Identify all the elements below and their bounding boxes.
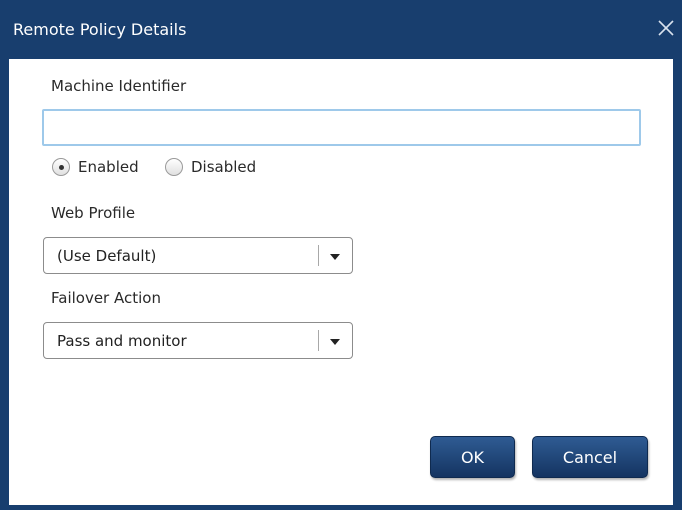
web-profile-select[interactable]: (Use Default) xyxy=(43,237,353,274)
enabled-radio-circle[interactable] xyxy=(52,158,70,176)
web-profile-selected-value: (Use Default) xyxy=(57,247,157,265)
failover-action-selected-value: Pass and monitor xyxy=(57,332,187,350)
close-icon[interactable] xyxy=(654,16,678,40)
enabled-radio-label: Enabled xyxy=(78,158,139,176)
failover-action-select[interactable]: Pass and monitor xyxy=(43,322,353,359)
title-bar: Remote Policy Details xyxy=(0,0,682,59)
machine-identifier-input[interactable] xyxy=(42,109,641,146)
select-divider xyxy=(318,245,319,266)
disabled-radio-circle[interactable] xyxy=(165,158,183,176)
caret-down-icon[interactable] xyxy=(328,249,342,263)
ok-button[interactable]: OK xyxy=(430,436,515,478)
web-profile-label: Web Profile xyxy=(51,204,136,222)
disabled-radio[interactable]: Disabled xyxy=(165,158,256,176)
caret-down-icon[interactable] xyxy=(328,334,342,348)
dialog-title: Remote Policy Details xyxy=(13,20,187,39)
select-divider xyxy=(318,330,319,351)
enabled-radio[interactable]: Enabled xyxy=(52,158,139,176)
disabled-radio-label: Disabled xyxy=(191,158,257,176)
cancel-button[interactable]: Cancel xyxy=(532,436,648,478)
failover-action-label: Failover Action xyxy=(51,289,161,307)
machine-identifier-label: Machine Identifier xyxy=(51,77,187,95)
